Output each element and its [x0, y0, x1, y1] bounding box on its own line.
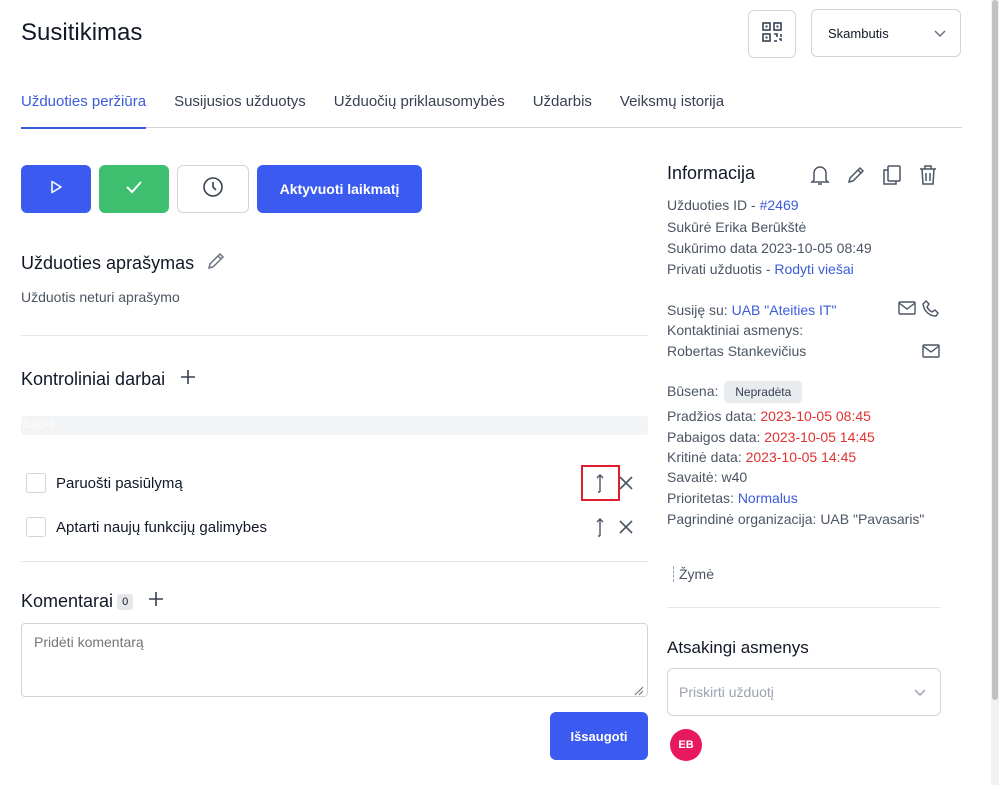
list-item: Aptarti naujų funkcijų galimybes: [26, 515, 636, 539]
task-id-label: Užduoties ID -: [667, 197, 760, 213]
close-icon[interactable]: [616, 515, 636, 539]
private-task-line: Privati užduotis - Rodyti viešai: [667, 261, 854, 277]
related-line: Susiję su: UAB "Ateities IT": [667, 302, 836, 318]
save-button[interactable]: Išsaugoti: [550, 712, 648, 760]
task-id-link[interactable]: #2469: [760, 197, 799, 213]
info-toolbar: [808, 163, 940, 187]
end-date-label: Pabaigos data:: [667, 429, 765, 445]
divider: [667, 607, 941, 608]
start-date-line: Pradžios data: 2023-10-05 08:45: [667, 408, 871, 424]
qr-code-button[interactable]: [748, 10, 796, 58]
task-id-line: Užduoties ID - #2469: [667, 197, 799, 213]
start-date-value: 2023-10-05 08:45: [760, 408, 871, 424]
end-date-line: Pabaigos data: 2023-10-05 14:45: [667, 429, 875, 445]
priority-value[interactable]: Normalus: [738, 490, 798, 506]
comments-count-badge: 0: [117, 593, 134, 610]
task-type-select[interactable]: Skambutis: [811, 9, 961, 57]
divider: [21, 561, 648, 562]
tab-bar: Užduoties peržiūra Susijusios užduotys U…: [21, 82, 962, 129]
critical-date-value: 2023-10-05 14:45: [745, 449, 857, 465]
checklist-item-label: Paruošti pasiūlymą: [56, 474, 183, 492]
checklist-item-tools: [590, 515, 636, 539]
critical-date-label: Kritinė data:: [667, 449, 746, 465]
qr-code-icon: [761, 21, 783, 48]
mail-icon[interactable]: [898, 300, 916, 323]
status-label: Būsena:: [667, 383, 723, 399]
mail-icon[interactable]: [922, 343, 940, 364]
end-date-value: 2023-10-05 14:45: [764, 429, 875, 445]
priority-label: Prioritetas:: [667, 490, 738, 506]
start-button[interactable]: [21, 165, 91, 213]
chevron-down-icon: [914, 684, 926, 700]
week-line: Savaitė: w40: [667, 469, 748, 485]
tab-task-overview[interactable]: Užduoties peržiūra: [21, 82, 147, 129]
progress-label: 0.00%: [23, 419, 55, 431]
check-icon: [125, 180, 143, 199]
status-line: Būsena: Nepradėta: [667, 381, 803, 403]
clock-icon: [202, 176, 224, 203]
start-date-label: Pradžios data:: [667, 408, 761, 424]
tab-earnings[interactable]: Uždarbis: [533, 82, 592, 128]
scrollbar-thumb[interactable]: [992, 0, 998, 700]
task-type-value: Skambutis: [828, 25, 889, 41]
activate-timer-button[interactable]: Aktyvuoti laikmatį: [257, 165, 422, 213]
complete-button[interactable]: [99, 165, 169, 213]
info-title: Informacija: [667, 163, 756, 183]
checklist-checkbox[interactable]: [26, 517, 46, 537]
plus-icon[interactable]: [147, 590, 165, 613]
bell-icon[interactable]: [808, 163, 832, 187]
copy-icon[interactable]: [880, 163, 904, 187]
checklist-title: Kontroliniai darbai: [21, 369, 166, 389]
responsible-title: Atsakingi asmenys: [667, 638, 809, 657]
pencil-icon[interactable]: [844, 163, 868, 187]
priority-line: Prioritetas: Normalus: [667, 490, 798, 506]
contacts-label: Kontaktiniai asmenys:: [667, 322, 804, 338]
resize-handle-icon[interactable]: [634, 683, 644, 701]
assign-task-placeholder: Priskirti užduotį: [679, 684, 774, 700]
created-by: Sukūrė Erika Berūkštė: [667, 219, 807, 235]
chevron-down-icon: [934, 26, 946, 41]
avatar[interactable]: EB: [670, 729, 702, 761]
schedule-button[interactable]: [177, 165, 249, 213]
company-contact-icons: [898, 300, 940, 323]
person-contact-icons: [922, 343, 940, 364]
tab-task-dependencies[interactable]: Užduočių priklausomybės: [334, 82, 505, 128]
tab-action-history[interactable]: Veiksmų istorija: [620, 82, 724, 128]
critical-date-line: Kritinė data: 2023-10-05 14:45: [667, 449, 856, 465]
comments-title: Komentarai: [21, 591, 114, 611]
private-label: Privati užduotis -: [667, 261, 775, 277]
contact-name: Robertas Stankevičius: [667, 343, 807, 359]
divider: [21, 335, 648, 336]
highlight-box: [581, 465, 620, 501]
description-title: Užduoties aprašymas: [21, 253, 195, 273]
pencil-icon[interactable]: [206, 251, 226, 276]
related-label: Susiję su:: [667, 302, 732, 318]
status-badge: Nepradėta: [724, 381, 803, 403]
checklist-item-label: Aptarti naujų funkcijų galimybes: [56, 518, 267, 536]
plus-icon[interactable]: [179, 368, 197, 391]
related-company-link[interactable]: UAB "Ateities IT": [732, 302, 837, 318]
action-toolbar: Aktyvuoti laikmatį: [21, 165, 422, 213]
convert-to-task-icon[interactable]: [590, 515, 610, 539]
assign-task-select[interactable]: Priskirti užduotį: [667, 668, 941, 716]
description-header: Užduoties aprašymas: [21, 251, 226, 276]
trash-icon[interactable]: [916, 163, 940, 187]
checklist-checkbox[interactable]: [26, 473, 46, 493]
play-icon: [49, 180, 63, 199]
created-date: Sukūrimo data 2023-10-05 08:49: [667, 240, 872, 256]
comment-input[interactable]: [21, 623, 648, 697]
tab-related-tasks[interactable]: Susijusios užduotys: [174, 82, 306, 128]
description-text: Užduotis neturi aprašymo: [21, 289, 180, 305]
page-title: Susitikimas: [21, 19, 143, 46]
phone-icon[interactable]: [922, 300, 940, 323]
comments-header: Komentarai 0: [21, 590, 165, 613]
list-item: Paruošti pasiūlymą: [26, 471, 636, 495]
checklist-header: Kontroliniai darbai: [21, 368, 197, 391]
show-public-link[interactable]: Rodyti viešai: [774, 261, 853, 277]
organization-line: Pagrindinė organizacija: UAB "Pavasaris": [667, 511, 925, 527]
checklist-progress-bar: 0.00%: [21, 416, 648, 435]
tag-input[interactable]: Žymė: [673, 566, 714, 582]
